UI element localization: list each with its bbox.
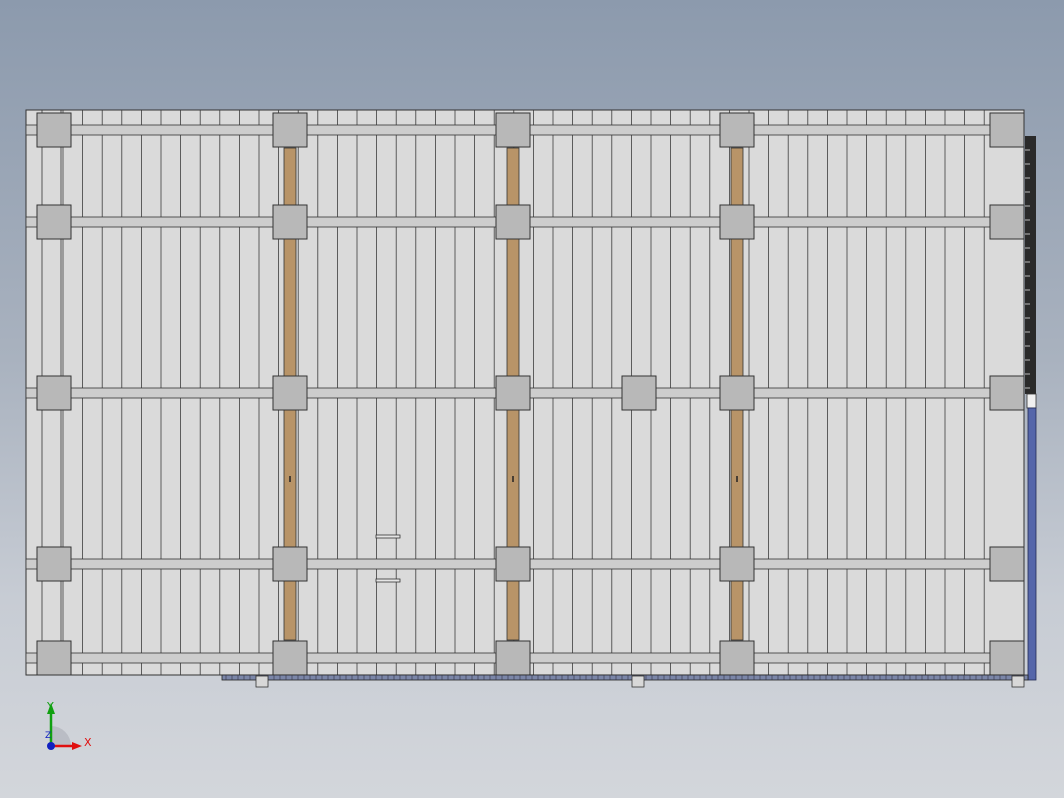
column-block xyxy=(495,546,531,582)
column-block xyxy=(719,112,755,148)
column-block xyxy=(495,112,531,148)
column-block xyxy=(495,204,531,240)
support-foot xyxy=(1011,675,1025,688)
column-block xyxy=(719,640,755,676)
z-axis-label: Z xyxy=(45,731,52,741)
column-block xyxy=(989,112,1025,148)
side-rail-joint xyxy=(1026,393,1037,409)
column-block xyxy=(495,375,531,411)
column-block xyxy=(36,546,72,582)
side-rail xyxy=(1025,136,1036,394)
bottom-channel xyxy=(221,674,1029,681)
column-block xyxy=(272,112,308,148)
column-block xyxy=(989,546,1025,582)
floor-deck-model[interactable] xyxy=(0,0,1064,798)
column-block xyxy=(36,375,72,411)
column-block xyxy=(272,640,308,676)
column-block xyxy=(989,375,1025,411)
y-axis-label: Y xyxy=(47,700,54,713)
column-block xyxy=(272,375,308,411)
column-block xyxy=(36,112,72,148)
side-rail-lower xyxy=(1027,407,1037,681)
bracket-plate xyxy=(375,534,401,539)
column-block xyxy=(272,204,308,240)
column-block xyxy=(719,204,755,240)
column-block xyxy=(989,640,1025,676)
column-block xyxy=(719,546,755,582)
column-block xyxy=(272,546,308,582)
x-axis-label: X xyxy=(84,736,92,749)
column-block xyxy=(621,375,657,411)
support-foot xyxy=(631,675,645,688)
support-foot xyxy=(255,675,269,688)
column-block xyxy=(495,640,531,676)
column-block xyxy=(36,640,72,676)
graphics-viewport[interactable]: X Y Z xyxy=(0,0,1064,798)
column-block xyxy=(989,204,1025,240)
column-block xyxy=(719,375,755,411)
column-block xyxy=(36,204,72,240)
bracket-plate xyxy=(375,578,401,583)
